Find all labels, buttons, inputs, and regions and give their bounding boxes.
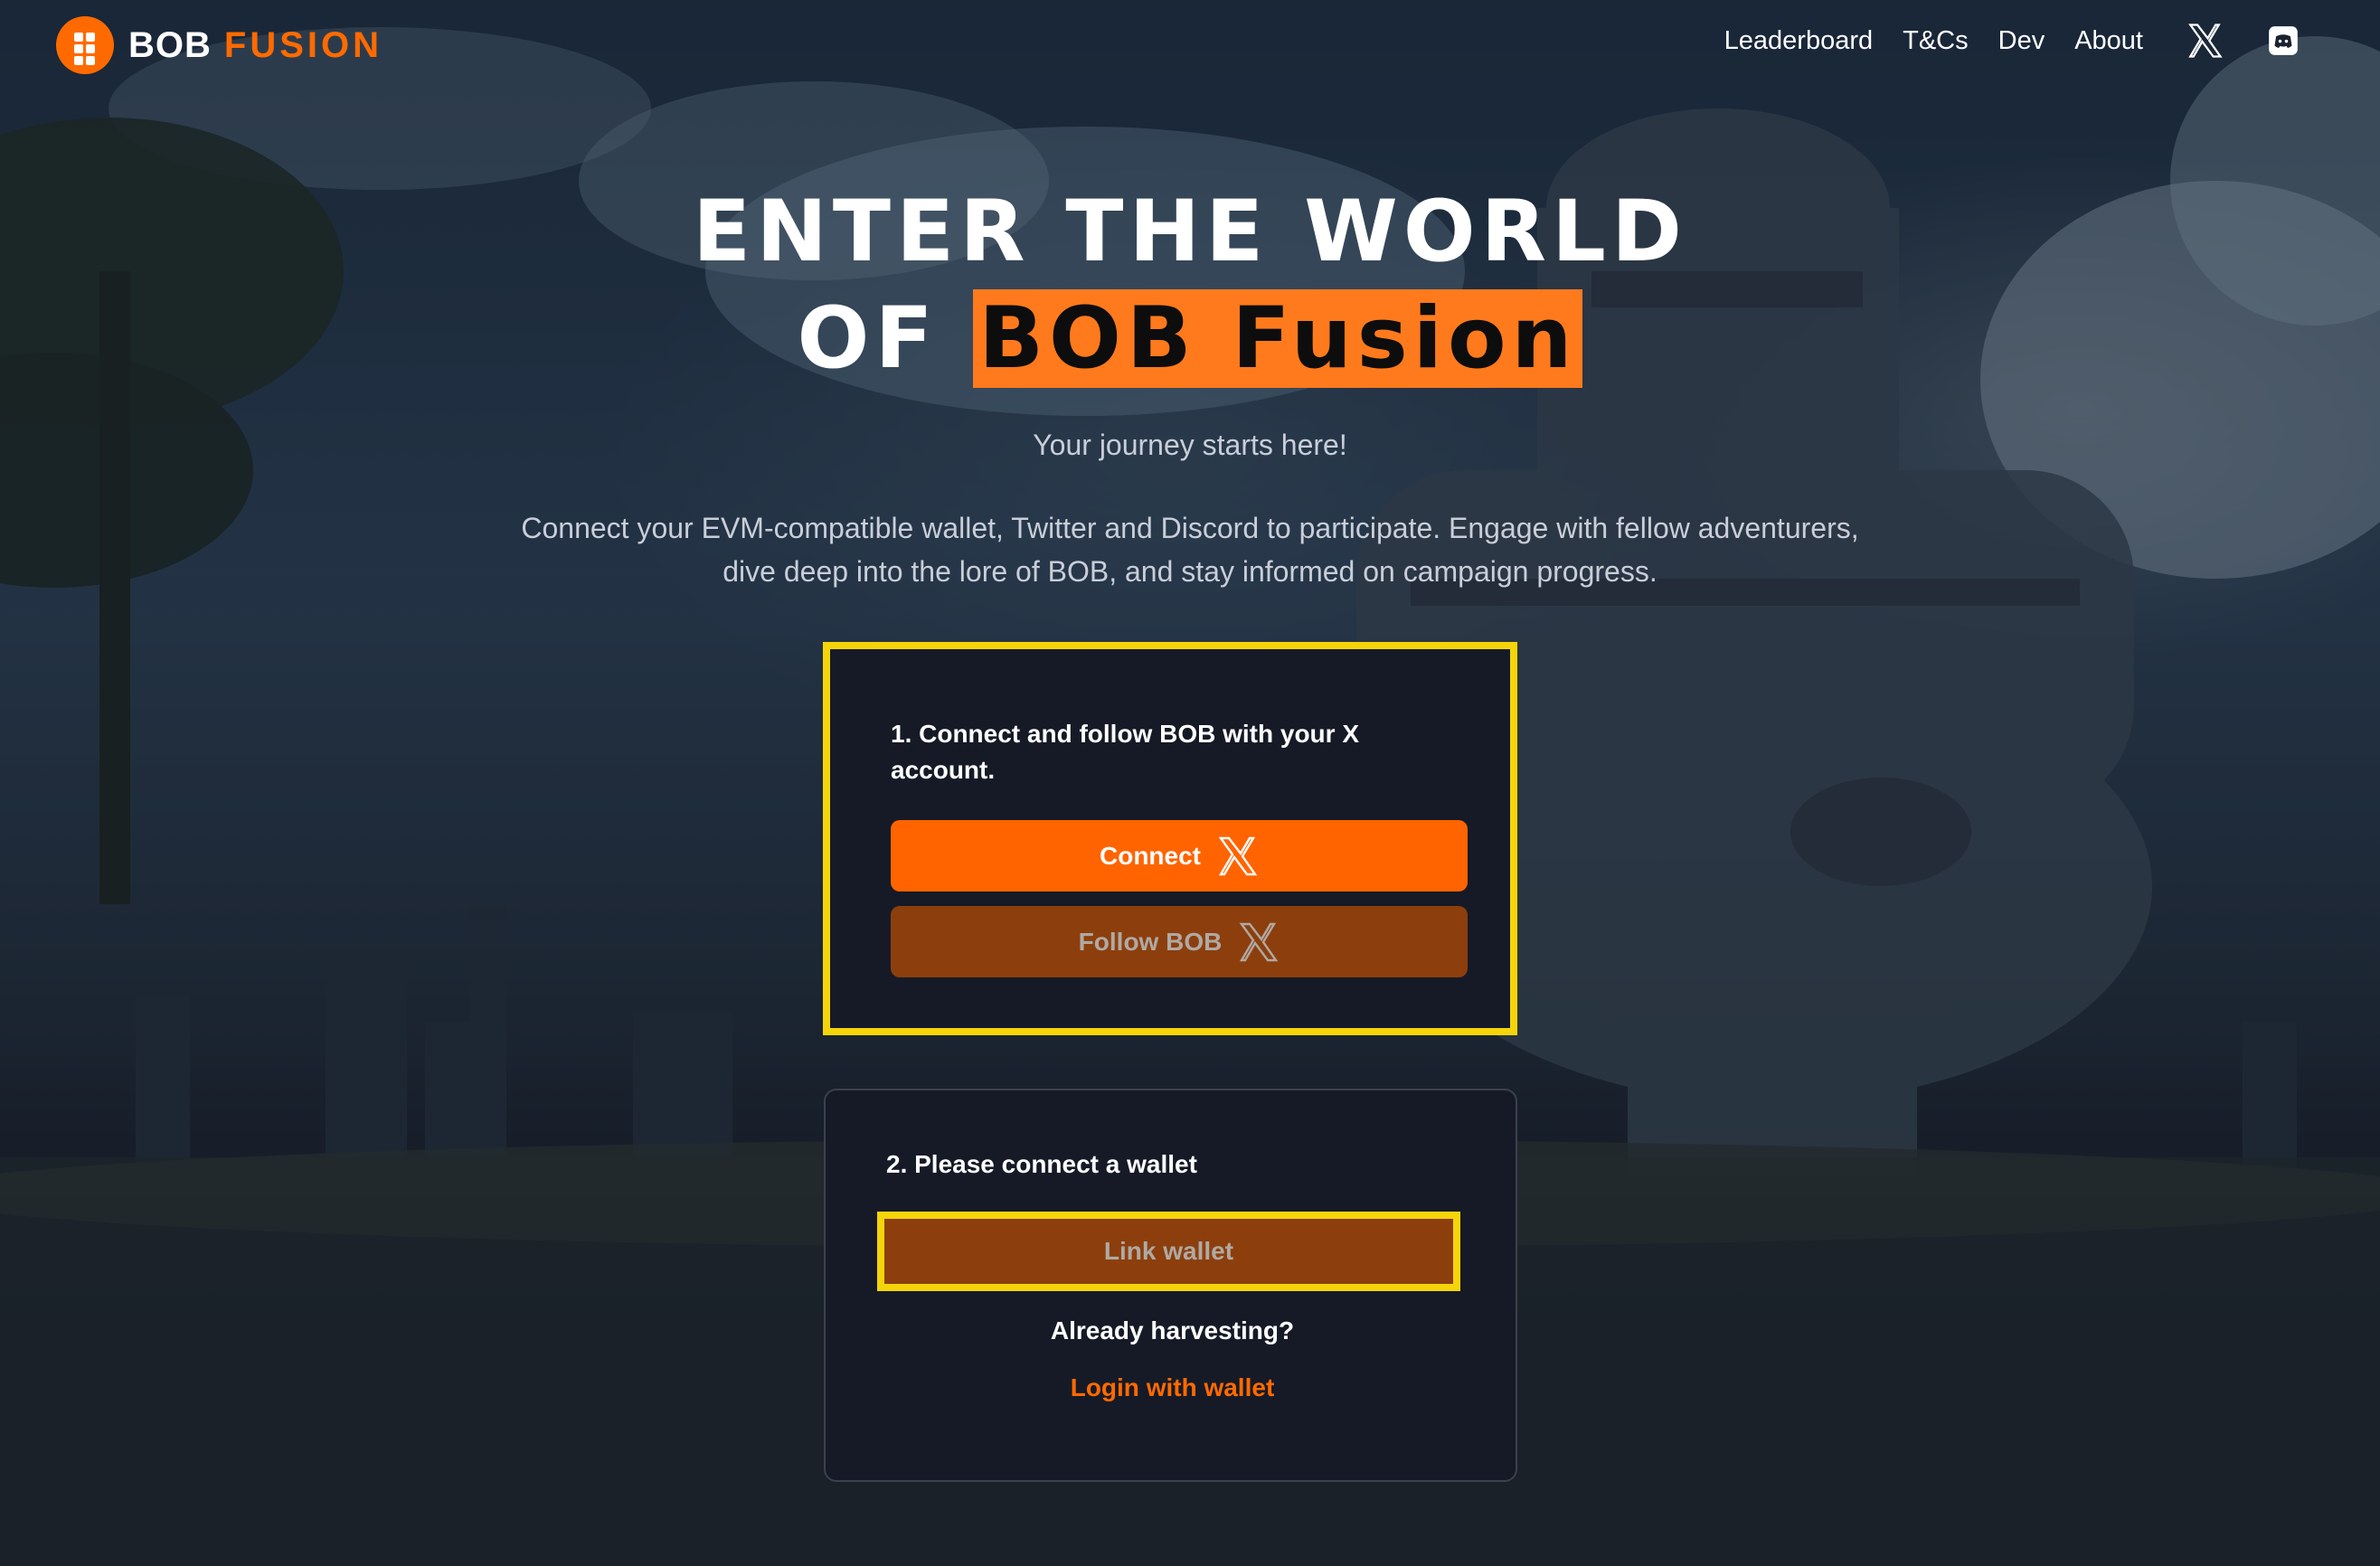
hero-title-line2: OF BOB Fusion	[0, 286, 2380, 392]
follow-bob-label: Follow BOB	[1078, 927, 1223, 956]
logo-wordmark: BOB FUSION	[128, 25, 382, 66]
login-with-wallet-link[interactable]: Login with wallet	[826, 1373, 1519, 1402]
x-logo-icon	[1218, 836, 1258, 875]
nav-leaderboard[interactable]: Leaderboard	[1724, 26, 1873, 56]
step2-card: 2. Please connect a wallet Link wallet A…	[824, 1089, 1517, 1482]
x-link[interactable]	[2186, 22, 2224, 60]
hero-title-prefix: OF	[797, 289, 939, 388]
link-wallet-button[interactable]: Link wallet	[877, 1212, 1460, 1291]
hero-description: Connect your EVM-compatible wallet, Twit…	[521, 512, 1859, 588]
bob-logo-icon	[56, 16, 114, 74]
x-logo-icon	[2188, 24, 2223, 58]
follow-bob-button[interactable]: Follow BOB	[891, 906, 1468, 977]
hero-subtitle: Your journey starts here!	[1033, 429, 1347, 461]
step1-card: 1. Connect and follow BOB with your X ac…	[823, 642, 1517, 1035]
nav-about[interactable]: About	[2074, 26, 2143, 56]
step1-title: 1. Connect and follow BOB with your X ac…	[891, 720, 1360, 784]
nav-dev[interactable]: Dev	[1998, 26, 2045, 56]
top-header: BOB FUSION Leaderboard T&Cs Dev About	[0, 0, 2380, 94]
logo-bob-text: BOB	[128, 24, 212, 65]
already-harvesting-text: Already harvesting?	[1050, 1316, 1295, 1344]
discord-link[interactable]	[2266, 24, 2300, 58]
hero-title-line1: ENTER THE WORLD	[693, 183, 1687, 281]
hero-title: ENTER THE WORLD OF BOB Fusion	[0, 179, 2380, 392]
hero-title-highlight: BOB Fusion	[973, 289, 1583, 388]
step2-title: 2. Please connect a wallet	[886, 1150, 1197, 1178]
discord-icon	[2269, 26, 2298, 55]
logo-fusion-text: FUSION	[223, 24, 383, 65]
bob-fusion-logo[interactable]: BOB FUSION	[56, 16, 382, 74]
connect-x-label: Connect	[1100, 841, 1201, 870]
connect-x-button[interactable]: Connect	[891, 820, 1468, 891]
nav-tcs[interactable]: T&Cs	[1903, 26, 1969, 56]
main-nav: Leaderboard T&Cs Dev About	[1724, 22, 2300, 60]
x-logo-icon	[1239, 922, 1279, 961]
